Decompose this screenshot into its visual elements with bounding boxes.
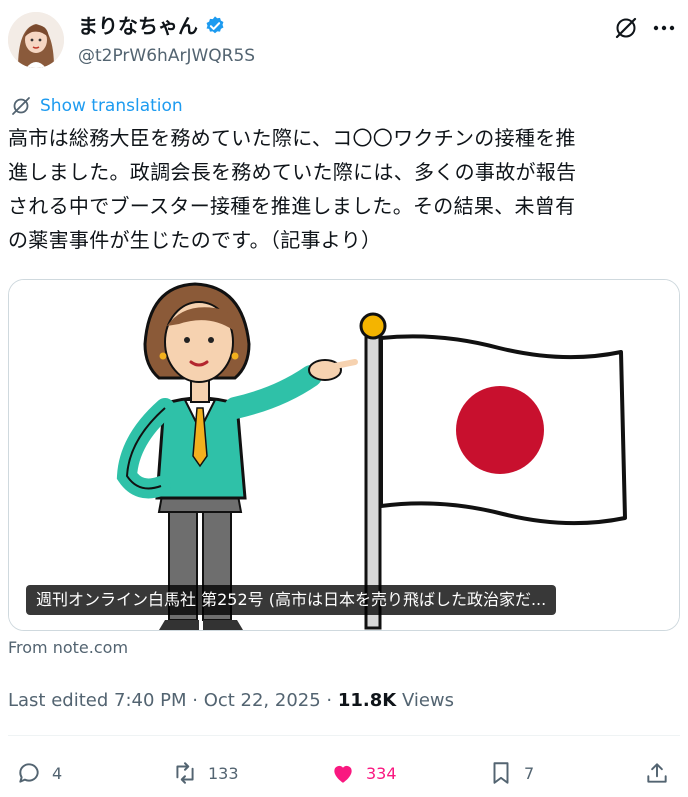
avatar-image (8, 12, 64, 68)
show-translation-link[interactable]: Show translation (10, 94, 183, 118)
bookmark-icon (493, 762, 509, 784)
display-name[interactable]: まりなちゃん (78, 12, 226, 40)
translate-icon (12, 97, 30, 115)
reply-count: 4 (52, 763, 63, 783)
grok-icon (615, 17, 637, 39)
repost-button[interactable]: 133 (172, 757, 239, 789)
show-translation-label: Show translation (40, 96, 183, 116)
repost-count: 133 (208, 763, 239, 783)
repost-icon (176, 762, 194, 784)
more-button[interactable] (648, 14, 680, 42)
tweet-meta: Last edited 7:40 PM · Oct 22, 2025 · 11.… (8, 688, 454, 714)
link-card[interactable]: 週刊オンライン白馬社 第252号 (高市は日本を売り飛ばした政治家だ... (8, 279, 680, 631)
avatar[interactable] (8, 12, 64, 68)
grok-button[interactable] (612, 14, 640, 42)
views-count: 11.8K (337, 690, 397, 711)
like-button[interactable]: 334 (330, 757, 397, 789)
share-button[interactable] (644, 757, 670, 789)
edited-timestamp[interactable]: Last edited 7:40 PM · Oct 22, 2025 · (8, 690, 338, 711)
tweet-text: 高市は総務大臣を務めていた際に、コ〇〇ワクチンの接種を推 進しました。政調会長を… (8, 126, 577, 252)
card-title: 週刊オンライン白馬社 第252号 (高市は日本を売り飛ばした政治家だ... (26, 585, 557, 615)
heart-filled-icon (334, 765, 352, 783)
more-horizontal-icon (653, 25, 675, 31)
like-count: 334 (366, 763, 397, 783)
woman-pointing-at-japan-flag-illustration (9, 280, 679, 630)
bookmark-count: 7 (524, 763, 535, 783)
card-source-link[interactable]: From note.com (8, 637, 128, 659)
display-name-text: まりなちゃん (78, 14, 198, 38)
reply-button[interactable]: 4 (16, 757, 62, 789)
reply-icon (19, 763, 39, 783)
verified-badge-icon (206, 16, 224, 34)
divider (8, 735, 680, 736)
share-icon (647, 763, 667, 783)
handle[interactable]: @t2PrW6hArJWQR5S (78, 44, 255, 68)
views-label: Views (396, 690, 455, 711)
bookmark-button[interactable]: 7 (488, 757, 534, 789)
